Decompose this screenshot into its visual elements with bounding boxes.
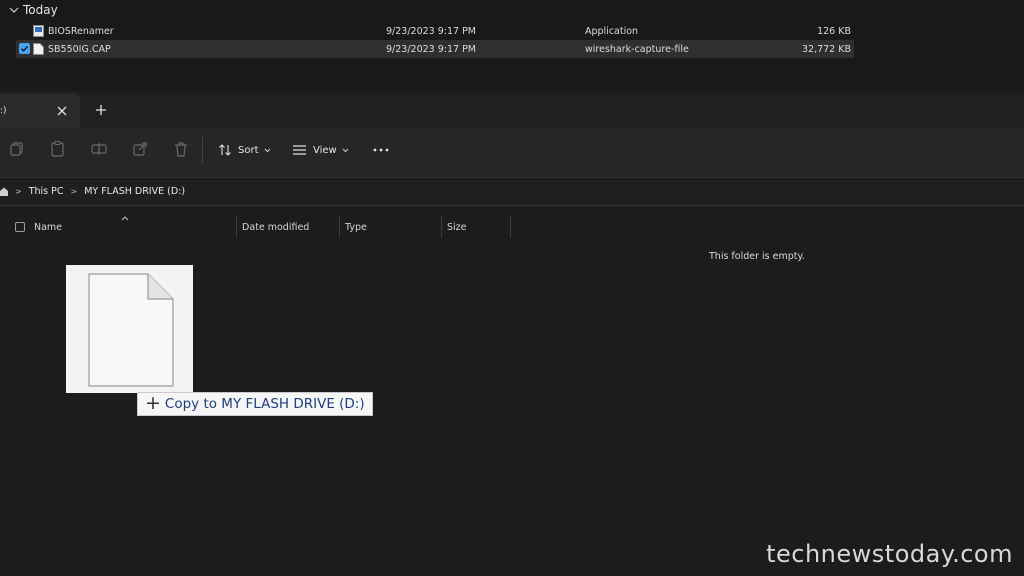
file-date: 9/23/2023 9:17 PM	[386, 44, 477, 55]
column-divider[interactable]	[441, 216, 442, 238]
toolbar-divider	[202, 137, 203, 163]
breadcrumb-separator: >	[70, 187, 78, 196]
file-size: 32,772 KB	[801, 44, 851, 55]
file-date: 9/23/2023 9:17 PM	[386, 26, 477, 37]
file-name: BIOSRenamer	[48, 26, 114, 37]
delete-icon[interactable]	[172, 140, 190, 158]
group-header-today[interactable]: Today	[8, 2, 58, 18]
file-row-biosrenamer[interactable]: BIOSRenamer 9/23/2023 9:17 PM Applicatio…	[16, 22, 854, 40]
sort-label: Sort	[238, 144, 259, 156]
view-icon	[293, 145, 306, 155]
plus-icon: +	[145, 391, 161, 414]
drag-ghost-thumbnail	[66, 265, 193, 393]
sort-button[interactable]: Sort	[218, 138, 277, 162]
drop-tooltip: + Copy to MY FLASH DRIVE (D:)	[137, 392, 373, 416]
column-divider[interactable]	[339, 216, 340, 238]
home-icon[interactable]	[0, 187, 8, 196]
breadcrumb-this-pc[interactable]: This PC	[29, 186, 64, 197]
blank-file-icon	[88, 273, 174, 387]
file-type: wireshark-capture-file	[585, 44, 689, 55]
command-bar: Sort View	[0, 128, 1024, 178]
view-button[interactable]: View	[292, 138, 355, 162]
sort-ascending-icon	[121, 216, 129, 221]
tab-strip: :)	[0, 92, 1024, 128]
select-all-checkbox[interactable]	[15, 222, 25, 232]
column-header-name[interactable]: Name	[34, 222, 62, 233]
close-icon[interactable]	[55, 104, 69, 118]
file-size: 126 KB	[817, 26, 851, 37]
chevron-down-icon	[264, 148, 270, 152]
column-divider[interactable]	[236, 216, 237, 238]
file-row-sb550ig[interactable]: SB550IG.CAP 9/23/2023 9:17 PM wireshark-…	[16, 40, 854, 58]
watermark: technewstoday.com	[766, 540, 1013, 568]
tab-title: :)	[0, 106, 7, 116]
column-header-date-modified[interactable]: Date modified	[242, 222, 309, 233]
sort-icon	[219, 144, 231, 156]
drop-tooltip-text: Copy to MY FLASH DRIVE (D:)	[164, 396, 365, 412]
file-name: SB550IG.CAP	[48, 44, 111, 55]
checkbox-checked-icon[interactable]	[19, 43, 30, 54]
share-icon[interactable]	[131, 140, 149, 158]
copy-icon[interactable]	[8, 140, 26, 158]
more-icon[interactable]	[373, 148, 389, 152]
address-bar[interactable]: > This PC > MY FLASH DRIVE (D:)	[0, 180, 1024, 206]
paste-icon[interactable]	[49, 140, 67, 158]
empty-folder-message: This folder is empty.	[709, 251, 805, 262]
chevron-down-icon	[9, 7, 19, 13]
file-type: Application	[585, 26, 639, 37]
chevron-down-icon	[342, 148, 349, 152]
column-divider[interactable]	[510, 216, 511, 238]
tab-flash-drive[interactable]: :)	[0, 94, 80, 128]
column-headers: Name Date modified Type Size	[0, 215, 1024, 239]
breadcrumb-flash-drive[interactable]: MY FLASH DRIVE (D:)	[84, 186, 185, 197]
view-label: View	[313, 144, 337, 156]
background-explorer-window: Today BIOSRenamer 9/23/2023 9:17 PM Appl…	[0, 0, 1024, 90]
rename-icon[interactable]	[90, 140, 108, 158]
group-label: Today	[23, 3, 58, 17]
breadcrumb-separator: >	[15, 187, 22, 196]
column-header-size[interactable]: Size	[447, 222, 467, 233]
breadcrumb: > This PC > MY FLASH DRIVE (D:)	[0, 186, 185, 197]
column-header-type[interactable]: Type	[345, 222, 367, 233]
capture-file-icon	[33, 43, 44, 55]
plus-icon[interactable]	[94, 103, 108, 117]
application-file-icon	[33, 25, 44, 37]
